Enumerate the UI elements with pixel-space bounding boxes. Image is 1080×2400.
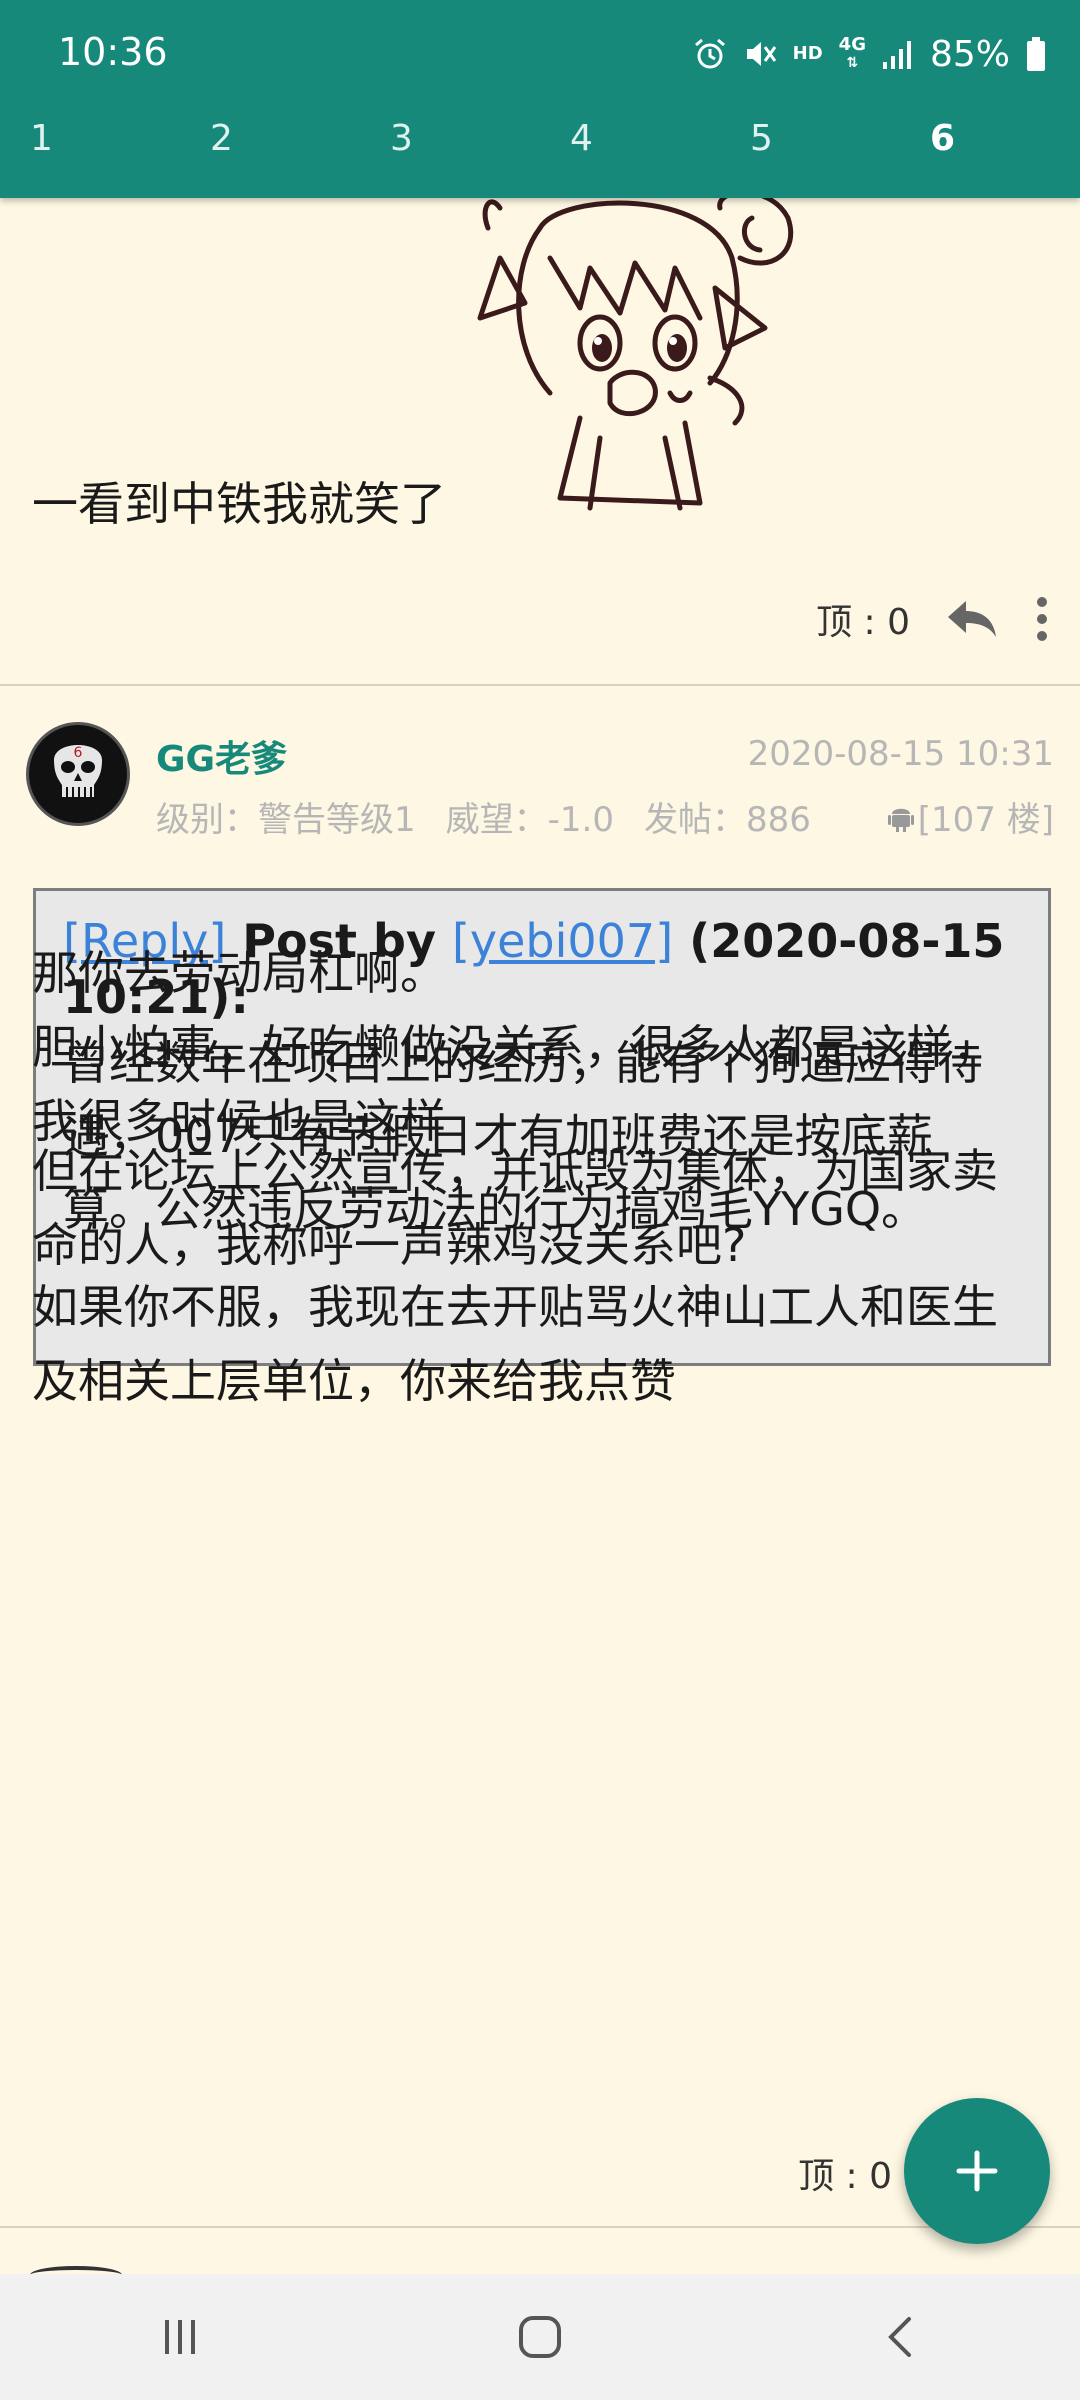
mute-icon xyxy=(746,42,776,66)
page-tab-6[interactable]: 6 xyxy=(900,118,1080,178)
status-bar: 10:36 HD 4G ⇅ 85% xyxy=(0,0,1080,110)
plus-icon xyxy=(956,2150,998,2192)
battery-icon xyxy=(1027,37,1045,71)
hd-badge: HD xyxy=(792,43,823,64)
post-text: 一看到中铁我就笑了 xyxy=(32,477,446,531)
post-paragraph-2: 但在论坛上公然宣传，并诋毁为集体，为国家卖命的人，我称呼一声辣鸡没关系吧? xyxy=(32,1144,998,1272)
page-tab-1[interactable]: 1 xyxy=(0,118,180,178)
more-vert-icon[interactable] xyxy=(1034,596,1050,642)
alarm-icon xyxy=(694,38,725,69)
user-post-count: 发帖：886 xyxy=(643,800,811,840)
signal-icon xyxy=(882,41,911,69)
user-prestige: 威望：-1.0 xyxy=(445,800,614,840)
user-meta: 级别：警告等级1 威望：-1.0 发帖：886 xyxy=(156,792,811,841)
network-type-label: 4G xyxy=(838,34,866,55)
home-button[interactable] xyxy=(480,2297,600,2377)
back-button[interactable] xyxy=(840,2297,960,2377)
home-icon xyxy=(519,2316,561,2358)
previous-post: 一看到中铁我就笑了 顶 : 0 xyxy=(0,198,1080,684)
recents-icon xyxy=(165,2320,195,2354)
battery-percentage: 85% xyxy=(929,33,1010,75)
username[interactable]: GG老爹 xyxy=(156,730,287,782)
new-reply-fab[interactable] xyxy=(904,2098,1050,2244)
status-time: 10:36 xyxy=(58,30,168,74)
post-paragraph-1: 那你去劳动局杠啊。 胆小怕事，好吃懒做没关系，很多人都是这样，我很多时候也是这样 xyxy=(32,946,998,1148)
user-level: 级别：警告等级1 xyxy=(156,800,416,840)
post-date: 2020-08-15 10:31 xyxy=(747,734,1054,774)
network-type: 4G ⇅ xyxy=(839,36,866,72)
avatar-number: 6 xyxy=(74,745,83,761)
data-arrows-icon: ⇅ xyxy=(846,55,859,71)
upvote-button[interactable]: 顶 : 0 xyxy=(816,593,910,645)
anime-girl-sticker xyxy=(477,198,794,511)
avatar[interactable]: 6 xyxy=(26,722,130,826)
post-actions: 顶 : 0 xyxy=(798,2148,892,2198)
post-107: 6 GG老爹 2020-08-15 10:31 级别：警告等级1 威望：-1.0… xyxy=(0,686,1080,2226)
floor-label: [107 楼] xyxy=(917,800,1054,840)
recents-button[interactable] xyxy=(120,2297,240,2377)
system-nav-bar xyxy=(0,2274,1080,2400)
app-bar: 10:36 HD 4G ⇅ 85% 1 2 3 4 5 6 xyxy=(0,0,1080,198)
post-divider xyxy=(0,2226,1080,2228)
reply-icon[interactable] xyxy=(946,599,998,639)
back-icon xyxy=(888,2317,911,2357)
android-icon xyxy=(887,808,914,832)
page-tab-2[interactable]: 2 xyxy=(180,118,360,178)
page-tab-5[interactable]: 5 xyxy=(720,118,900,178)
page-tab-3[interactable]: 3 xyxy=(360,118,540,178)
skull-avatar-icon: 6 xyxy=(54,745,102,797)
post-actions: 顶 : 0 xyxy=(816,594,1050,644)
status-icons: HD 4G ⇅ 85% xyxy=(693,30,1046,78)
page-tab-4[interactable]: 4 xyxy=(540,118,720,178)
post-paragraph-3: 如果你不服，我现在去开贴骂火神山工人和医生及相关上层单位，你来给我点赞 xyxy=(32,1280,998,1408)
page-selector: 1 2 3 4 5 6 xyxy=(0,118,1080,178)
upvote-button[interactable]: 顶 : 0 xyxy=(798,2147,892,2199)
floor-number: [107 楼] xyxy=(887,792,1054,841)
